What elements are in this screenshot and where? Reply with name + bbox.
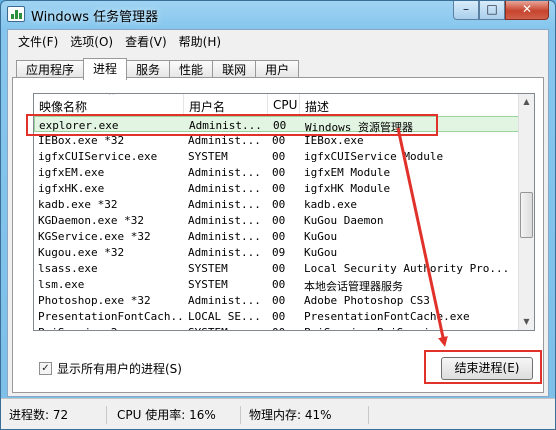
cell-user-name: Administ... [188, 198, 261, 211]
annotation-highlight-end-button [424, 350, 542, 384]
cell-cpu: 00 [272, 278, 286, 291]
scrollbar-thumb[interactable] [520, 192, 533, 238]
cell-user-name: LOCAL SE... [188, 310, 261, 323]
show-all-users-checkbox[interactable]: ✓ [39, 362, 52, 375]
cell-cpu: 00 [272, 230, 286, 243]
cell-user-name: SYSTEM [188, 278, 228, 291]
cell-user-name: Administ... [188, 214, 261, 227]
status-cpu-usage: CPU 使用率: 16% [117, 406, 241, 424]
minimize-button[interactable]: – [453, 1, 479, 20]
menu-file[interactable]: 文件(F) [12, 30, 64, 52]
table-row[interactable]: Photoshop.exe *32 Administ... 00 Adobe Phot… [34, 292, 520, 308]
cell-image-name: KGService.exe *32 [38, 230, 151, 243]
cell-cpu: 00 [272, 182, 286, 195]
column-image-name[interactable]: ^ 映像名称 [34, 94, 184, 116]
menu-help[interactable]: 帮助(H) [173, 30, 227, 52]
table-row[interactable]: kadb.exe *32 Administ... 00 kadb.exe [34, 196, 520, 212]
cell-cpu: 00 [272, 214, 286, 227]
cell-image-name: PresentationFontCach... [38, 310, 184, 323]
cell-cpu: 00 [272, 150, 286, 163]
menu-view[interactable]: 查看(V) [119, 30, 173, 52]
table-row[interactable]: igfxHK.exe Administ... 00 igfxHK Module [34, 180, 520, 196]
window-controls: – □ ✕ [453, 1, 549, 21]
cell-image-name: lsm.exe [38, 278, 85, 291]
tab-processes[interactable]: 进程 [83, 58, 128, 80]
column-description[interactable]: 描述 [300, 94, 520, 116]
process-rows: explorer.exe Administ... 00 Windows 资源管理器 IE… [34, 116, 520, 330]
table-row[interactable]: lsm.exe SYSTEM 00 本地会话管理器服务 [34, 276, 520, 293]
cell-description: igfxEM Module [304, 166, 391, 179]
tab-strip: 应用程序 进程 服务 性能 联网 用户 [16, 58, 300, 80]
menu-bar: 文件(F) 选项(O) 查看(V) 帮助(H) [8, 30, 548, 52]
table-row[interactable]: KGDaemon.exe *32 Administ... 00 KuGou Daemo… [34, 212, 520, 228]
table-row[interactable]: Kugou.exe *32 Administ... 09 KuGou [34, 244, 520, 260]
cell-description: KuGou Daemon [304, 214, 384, 227]
scroll-up-icon[interactable]: ▲ [519, 94, 534, 110]
status-process-count: 进程数: 72 [9, 406, 107, 424]
maximize-button[interactable]: □ [479, 1, 505, 20]
client-area: 文件(F) 选项(O) 查看(V) 帮助(H) 应用程序 进程 服务 性能 联网… [7, 29, 549, 397]
show-all-users-option[interactable]: ✓ 显示所有用户的进程(S) [39, 360, 182, 377]
cell-description: kadb.exe [304, 198, 357, 211]
cell-user-name: SYSTEM [188, 150, 228, 163]
cell-cpu: 00 [272, 326, 302, 330]
cell-user-name: Administ... [188, 294, 261, 307]
cell-image-name: lsass.exe [38, 262, 98, 275]
cell-user-name: Administ... [188, 182, 261, 195]
column-user-name[interactable]: 用户名 [184, 94, 268, 116]
cell-image-name: Kugou.exe *32 [38, 246, 125, 259]
table-row[interactable]: igfxCUIService.exe SYSTEM 00 igfxCUIService… [34, 148, 520, 164]
cell-user-name: SYSTEM [188, 262, 228, 275]
cell-description: KuGou [304, 246, 338, 259]
vertical-scrollbar[interactable]: ▲ ▼ [518, 94, 534, 330]
sort-ascending-icon: ^ [108, 93, 115, 100]
task-manager-app-icon [7, 6, 25, 22]
title-bar[interactable]: Windows 任务管理器 – □ ✕ [1, 1, 555, 29]
cell-user-name: Administ... [188, 246, 261, 259]
annotation-highlight-explorer-row [26, 114, 438, 136]
scroll-down-icon[interactable]: ▼ [519, 314, 534, 330]
cell-image-name: Photoshop.exe *32 [38, 294, 151, 307]
cell-description: Adobe Photoshop CS3 [304, 294, 430, 307]
cell-user-name: SYSTEM [188, 326, 268, 330]
table-row[interactable]: PresentationFontCach... LOCAL SE... 00 Pres… [34, 308, 520, 324]
cell-description: PresentationFontCache.exe [304, 310, 470, 323]
cell-description: igfxHK Module [304, 182, 391, 195]
cell-description: igfxCUIService Module [304, 150, 444, 163]
cell-image-name: igfxHK.exe [38, 182, 105, 195]
window-title: Windows 任务管理器 [31, 10, 159, 25]
cell-image-name: igfxEM.exe [38, 166, 105, 179]
cell-image-name: PsiService_2.exe [38, 326, 184, 330]
table-row[interactable]: igfxEM.exe Administ... 00 igfxEM Module [34, 164, 520, 180]
status-physical-memory: 物理内存: 41% [249, 406, 369, 424]
cell-description: PsiService PsiService [304, 326, 516, 330]
cell-user-name: Administ... [188, 230, 261, 243]
cell-cpu: 00 [272, 166, 286, 179]
show-all-users-label: 显示所有用户的进程(S) [57, 362, 182, 376]
cell-image-name: kadb.exe *32 [38, 198, 118, 211]
column-cpu[interactable]: CPU [268, 94, 300, 116]
close-button[interactable]: ✕ [505, 1, 549, 20]
cell-cpu: 09 [272, 246, 286, 259]
cell-cpu: 00 [272, 310, 286, 323]
cell-cpu: 00 [272, 262, 286, 275]
cell-cpu: 00 [272, 294, 286, 307]
list-header: ^ 映像名称 用户名 CPU 描述 [34, 94, 520, 116]
cell-description: KuGou [304, 230, 338, 243]
menu-options[interactable]: 选项(O) [64, 30, 119, 52]
cell-user-name: Administ... [188, 166, 261, 179]
cell-description: Local Security Authority Pro... [304, 262, 510, 275]
cell-image-name: igfxCUIService.exe [38, 150, 158, 163]
table-row[interactable]: KGService.exe *32 Administ... 00 KuGou [34, 228, 520, 244]
table-row[interactable]: lsass.exe SYSTEM 00 Local Security Authorit… [34, 260, 520, 276]
table-row[interactable]: PsiService_2.exe SYSTEM 00PsiService PsiSe… [34, 324, 520, 330]
cell-image-name: KGDaemon.exe *32 [38, 214, 144, 227]
status-bar: 进程数: 72 CPU 使用率: 16% 物理内存: 41% [1, 398, 555, 429]
cell-cpu: 00 [272, 198, 286, 211]
